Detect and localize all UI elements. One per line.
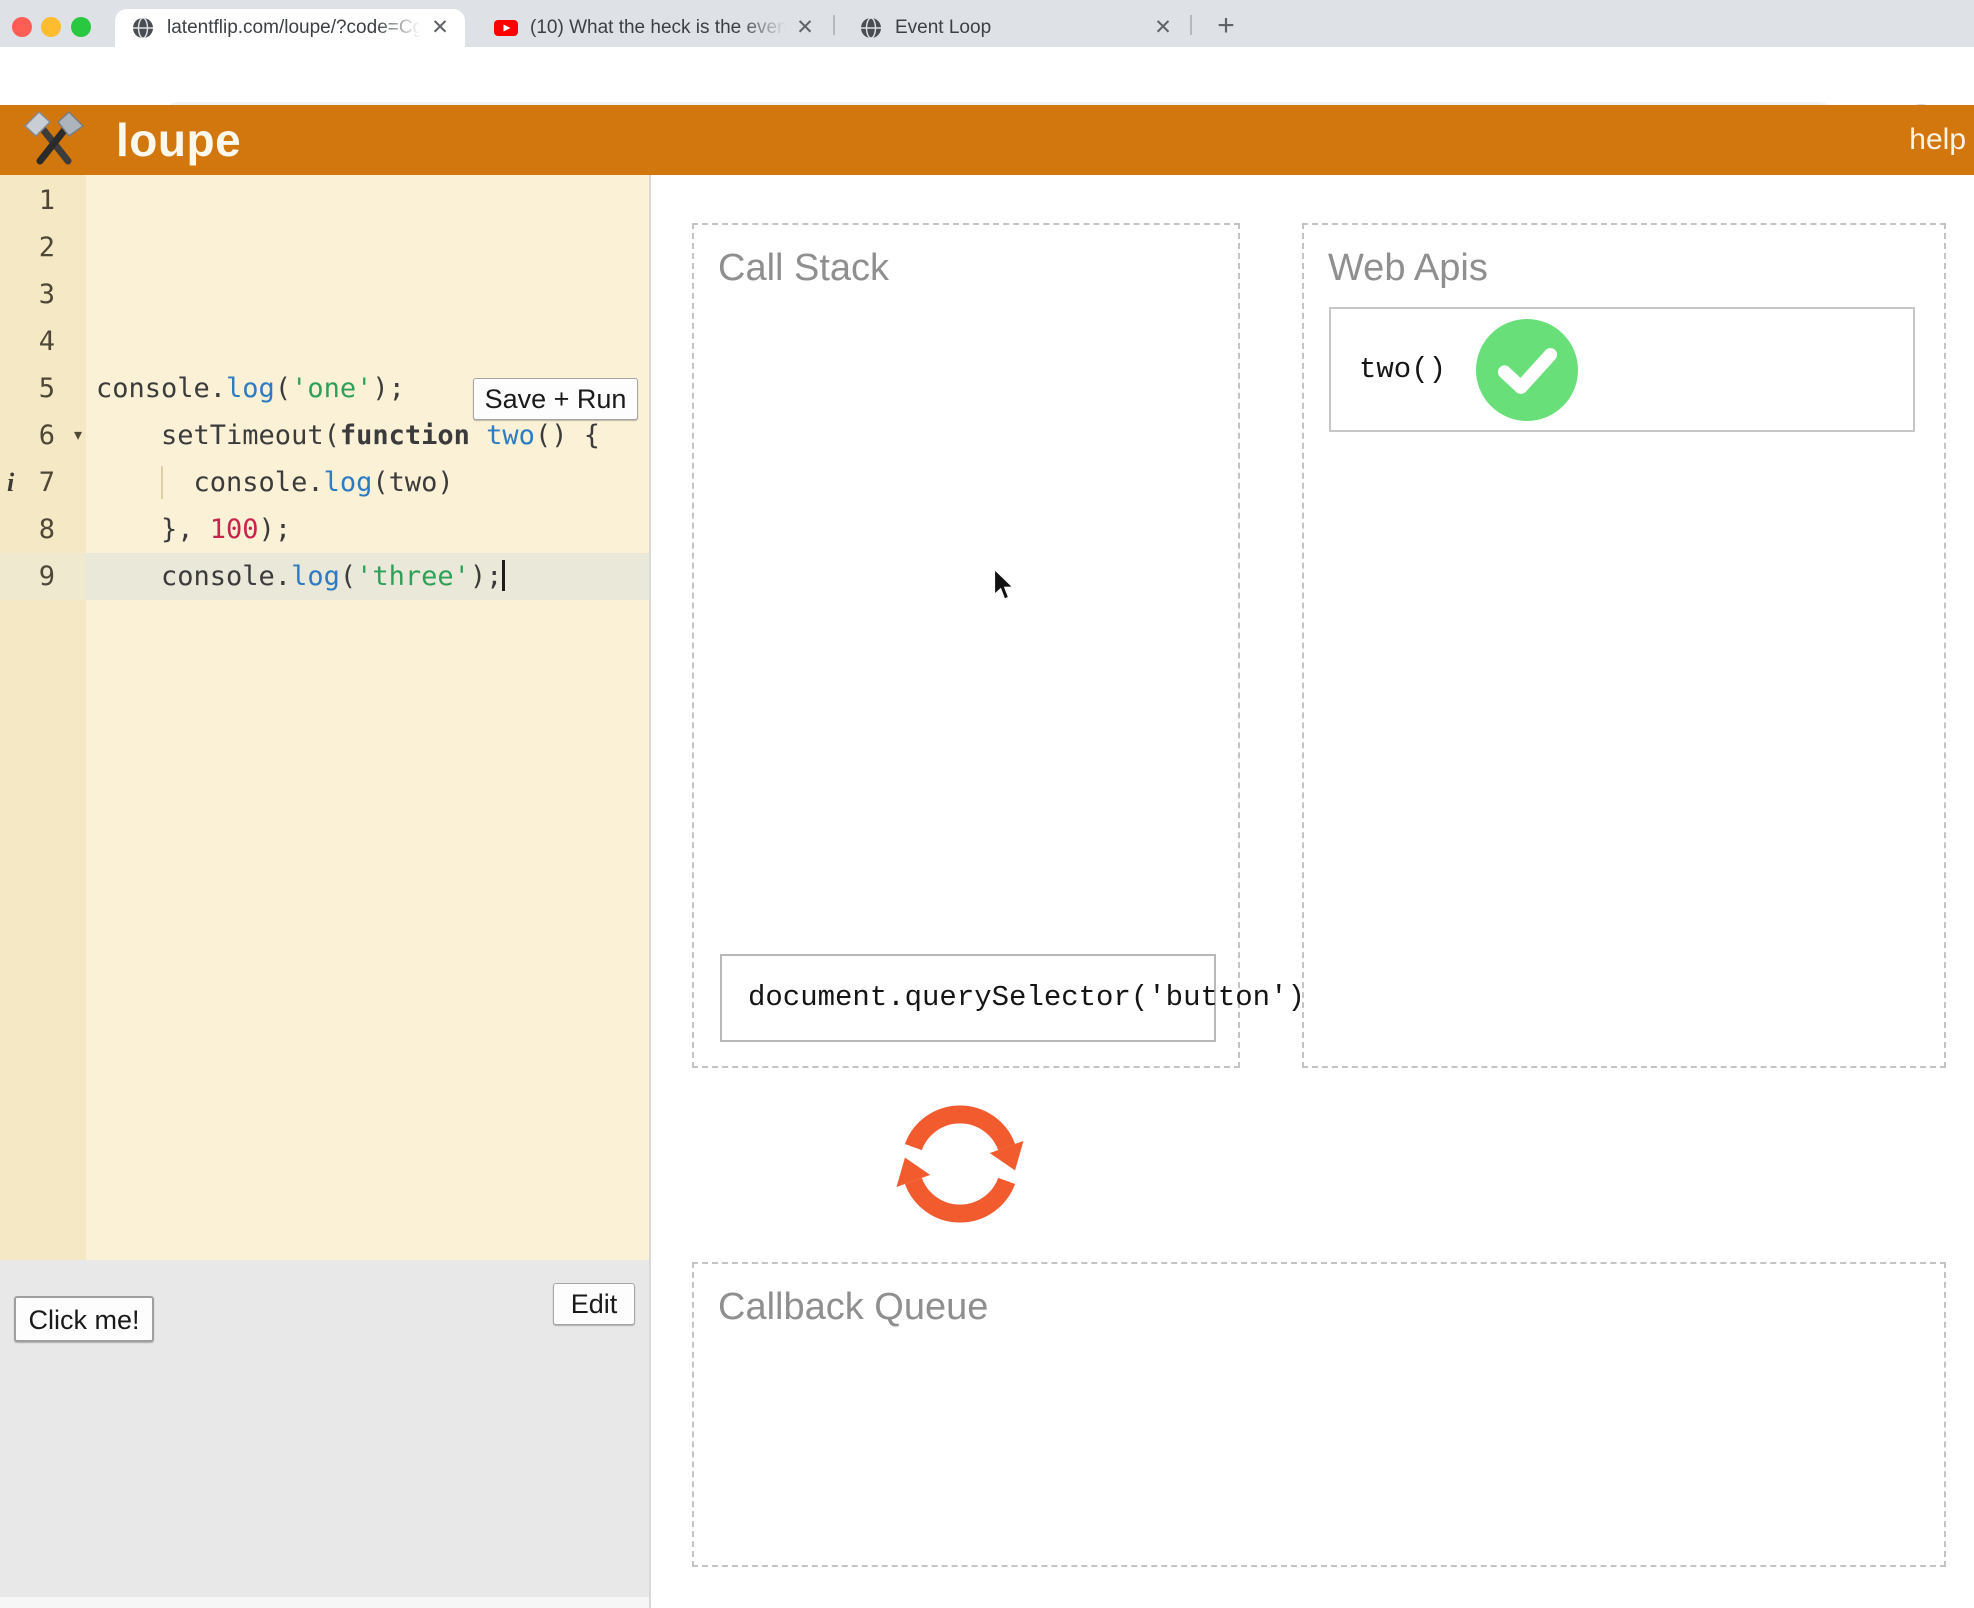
- gutter-cell: i7: [0, 459, 86, 506]
- editor-line-7[interactable]: i7 console.log(two): [0, 459, 650, 506]
- tab-title: (10) What the heck is the even: [530, 17, 786, 39]
- code-line[interactable]: [86, 177, 650, 224]
- tab-title: latentflip.com/loupe/?code=Cg: [167, 17, 421, 39]
- edit-button[interactable]: Edit: [553, 1283, 635, 1325]
- call-stack-panel: Call Stack document.querySelector('butto…: [692, 223, 1240, 1068]
- lint-info-icon: i: [7, 459, 14, 506]
- event-loop-icon: [878, 1095, 1042, 1233]
- help-link[interactable]: help: [1909, 123, 1966, 157]
- tab-event-loop[interactable]: Event Loop ✕: [843, 9, 1188, 47]
- tab-loupe[interactable]: latentflip.com/loupe/?code=Cg ✕: [115, 9, 465, 47]
- editor-line-3[interactable]: 3: [0, 271, 650, 318]
- web-apis-title: Web Apis: [1328, 247, 1488, 290]
- editor-line-1[interactable]: 1: [0, 177, 650, 224]
- tab-close-icon[interactable]: ✕: [427, 15, 453, 41]
- crossed-hammers-logo: [22, 108, 86, 170]
- line-number: 2: [39, 224, 55, 271]
- task-complete-check-icon: [1476, 319, 1578, 421]
- web-apis-panel: Web Apis two(): [1302, 223, 1946, 1068]
- gutter-cell: 8: [0, 506, 86, 553]
- macos-zoom-button[interactable]: [71, 17, 91, 37]
- tab-close-icon[interactable]: ✕: [1150, 15, 1176, 41]
- browser-window: latentflip.com/loupe/?code=Cg ✕ (10) Wha…: [0, 0, 1974, 1608]
- output-panel: Click me! Edit: [0, 1260, 650, 1597]
- indent-guide: [161, 466, 163, 499]
- code-line[interactable]: console.log('three');: [86, 553, 650, 600]
- line-number: 1: [39, 177, 55, 224]
- address-bar: Not Secure latentflip.com/loupe/?code=Cg…: [0, 47, 1974, 105]
- editor-line-2[interactable]: 2: [0, 224, 650, 271]
- code-editor[interactable]: 12345console.log('one');6▾ setTimeout(fu…: [0, 175, 650, 1260]
- macos-minimize-button[interactable]: [41, 17, 61, 37]
- gutter-cell: 5: [0, 365, 86, 412]
- line-number: 4: [39, 318, 55, 365]
- web-api-task-label: two(): [1359, 353, 1446, 386]
- globe-icon: [131, 16, 155, 40]
- call-stack-title: Call Stack: [718, 247, 889, 290]
- gutter-cell: 3: [0, 271, 86, 318]
- gutter-cell: 1: [0, 177, 86, 224]
- callback-queue-title: Callback Queue: [718, 1286, 988, 1329]
- line-number: 5: [39, 365, 55, 412]
- macos-close-button[interactable]: [12, 17, 32, 37]
- save-run-button[interactable]: Save + Run: [473, 378, 638, 420]
- tab-strip: latentflip.com/loupe/?code=Cg ✕ (10) Wha…: [0, 0, 1974, 47]
- output-panel-footer: [0, 1597, 650, 1608]
- editor-line-9[interactable]: 9 console.log('three');: [0, 553, 650, 600]
- code-line[interactable]: console.log(two): [86, 459, 650, 506]
- fold-caret-icon[interactable]: ▾: [74, 412, 82, 459]
- gutter-cell: 9: [0, 553, 86, 600]
- youtube-icon: [494, 16, 518, 40]
- gutter-cell: 4: [0, 318, 86, 365]
- web-api-task: two(): [1329, 307, 1915, 432]
- gutter-cell: 6▾: [0, 412, 86, 459]
- line-number: 7: [39, 459, 55, 506]
- mouse-cursor: [992, 568, 1016, 602]
- gutter-cell: 2: [0, 224, 86, 271]
- app-header: loupe help: [0, 105, 1974, 175]
- editor-line-8[interactable]: 8 }, 100);: [0, 506, 650, 553]
- line-number: 6: [39, 412, 55, 459]
- line-number: 9: [39, 553, 55, 600]
- app-title: loupe: [116, 113, 241, 167]
- click-me-button[interactable]: Click me!: [14, 1296, 154, 1342]
- text-caret: [502, 560, 505, 591]
- code-line[interactable]: [86, 224, 650, 271]
- line-number: 8: [39, 506, 55, 553]
- tab-title: Event Loop: [895, 17, 1144, 39]
- callback-queue-panel: Callback Queue: [692, 1262, 1946, 1567]
- call-stack-frame: document.querySelector('button'): [720, 954, 1216, 1042]
- line-number: 3: [39, 271, 55, 318]
- new-tab-button[interactable]: +: [1210, 11, 1242, 43]
- code-line[interactable]: }, 100);: [86, 506, 650, 553]
- code-line[interactable]: [86, 271, 650, 318]
- tab-close-icon[interactable]: ✕: [792, 15, 818, 41]
- tab-separator: [833, 15, 835, 35]
- panel-divider: [649, 175, 651, 1608]
- code-line[interactable]: [86, 318, 650, 365]
- editor-line-4[interactable]: 4: [0, 318, 650, 365]
- globe-icon: [859, 16, 883, 40]
- tab-youtube[interactable]: (10) What the heck is the even ✕: [478, 9, 830, 47]
- tab-separator: [1190, 15, 1192, 35]
